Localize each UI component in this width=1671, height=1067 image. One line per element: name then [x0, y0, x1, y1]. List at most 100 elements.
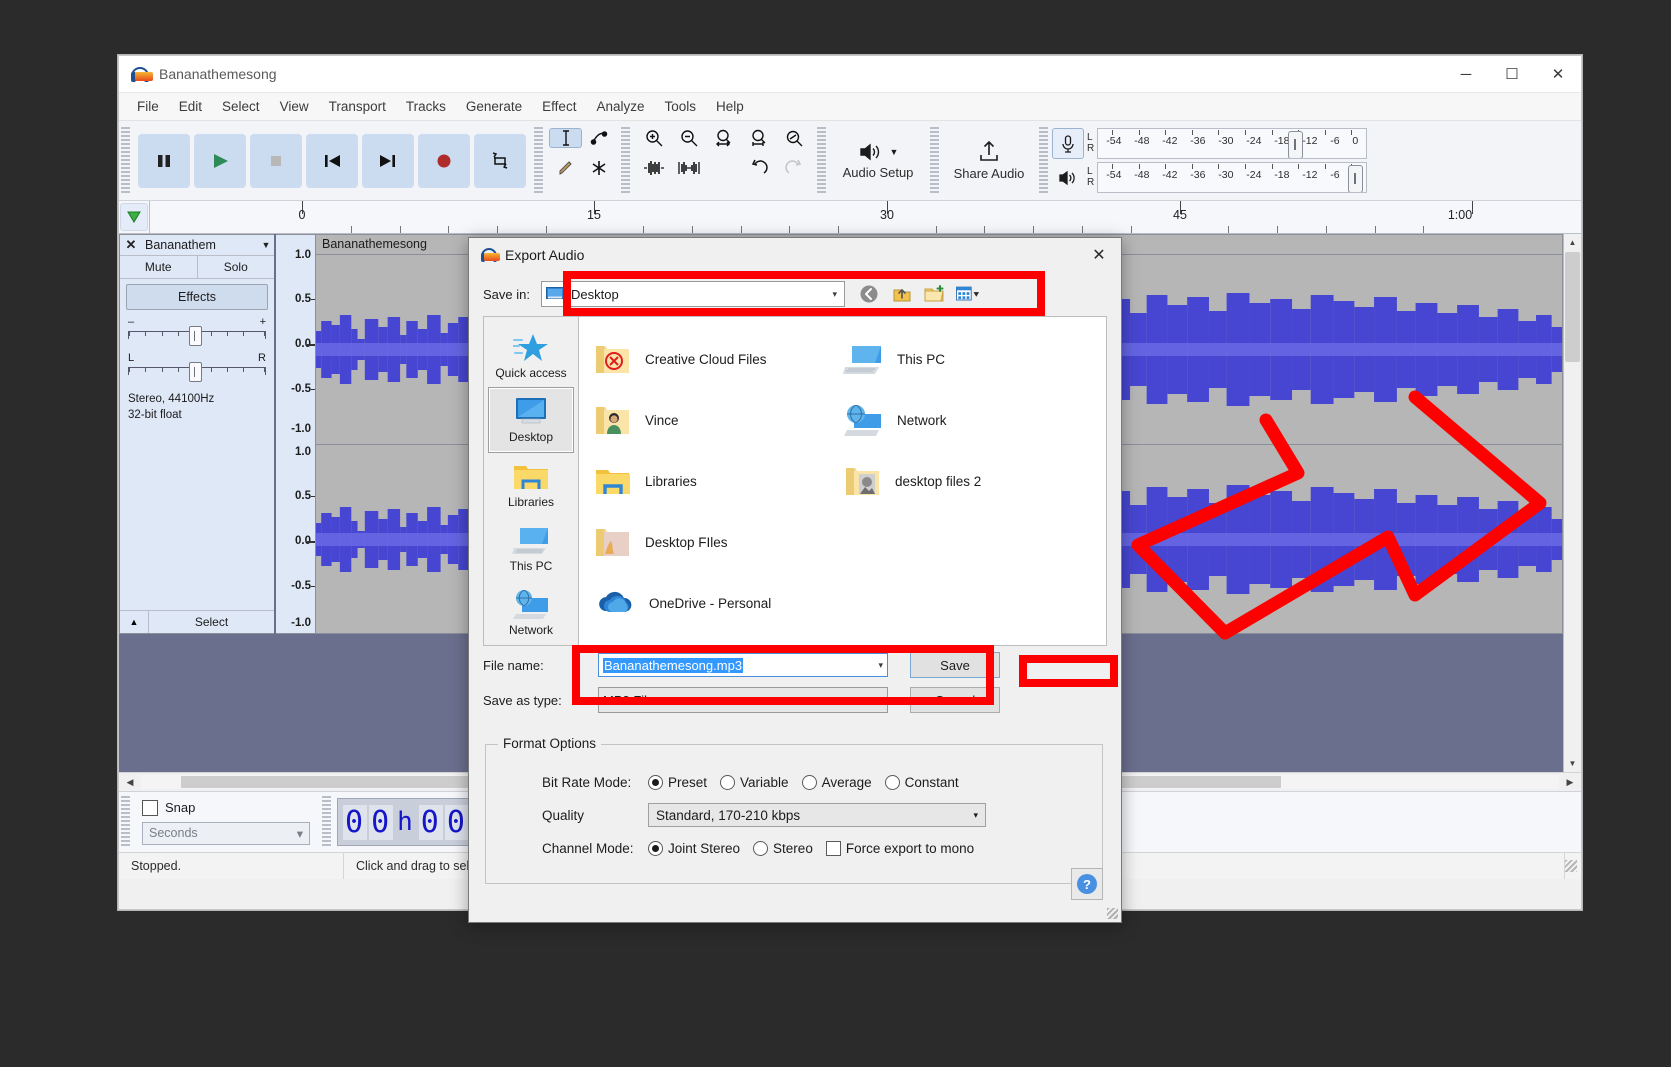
- file-item-this-pc[interactable]: This PC: [843, 329, 1093, 390]
- new-folder-icon[interactable]: [923, 282, 947, 306]
- minimize-button[interactable]: ─: [1443, 56, 1489, 92]
- undo-button[interactable]: [741, 158, 776, 178]
- file-item-onedrive[interactable]: OneDrive - Personal: [593, 573, 843, 634]
- scroll-right-icon[interactable]: ▶: [1559, 777, 1581, 788]
- menu-help[interactable]: Help: [706, 96, 754, 117]
- save-as-type-select[interactable]: MP3 Files ▾: [598, 687, 888, 713]
- playback-meter-scale[interactable]: -54 -48 -42 -36 -30 -24 -18 -12 -6 0: [1097, 162, 1367, 193]
- pinned-play-head-button[interactable]: [120, 203, 148, 231]
- file-item-network[interactable]: Network: [843, 390, 1093, 451]
- speaker-icon[interactable]: [1052, 162, 1084, 193]
- file-item-vince[interactable]: Vince: [593, 390, 843, 451]
- audio-setup-toolbar-grip[interactable]: [817, 127, 826, 194]
- recording-meter-thumb[interactable]: [1288, 131, 1303, 159]
- place-libraries[interactable]: Libraries: [489, 453, 573, 517]
- record-button[interactable]: [418, 134, 470, 188]
- snap-unit-select[interactable]: Seconds ▾: [142, 822, 310, 845]
- tools-toolbar-grip[interactable]: [534, 127, 543, 194]
- file-list[interactable]: Creative Cloud Files Vince: [579, 316, 1107, 646]
- menu-effect[interactable]: Effect: [532, 96, 586, 117]
- play-button[interactable]: [194, 134, 246, 188]
- snap-row[interactable]: Snap: [142, 800, 310, 816]
- file-item-creative-cloud[interactable]: Creative Cloud Files: [593, 329, 843, 390]
- force-export-mono-option[interactable]: Force export to mono: [826, 841, 974, 856]
- zoom-out-button[interactable]: [671, 127, 706, 149]
- fit-selection-button[interactable]: [706, 127, 741, 149]
- menu-transport[interactable]: Transport: [319, 96, 396, 117]
- scroll-left-icon[interactable]: ◀: [119, 777, 141, 788]
- gain-slider-thumb[interactable]: [189, 326, 202, 346]
- effects-button[interactable]: Effects: [126, 284, 268, 310]
- pan-slider-thumb[interactable]: [189, 362, 202, 382]
- chevron-down-icon[interactable]: ▾: [878, 660, 883, 671]
- save-in-combo[interactable]: Desktop ▾: [541, 281, 845, 307]
- vertical-ruler[interactable]: 1.0 0.5 0.0 -0.5 -1.0 1.0 0.5 0.0 -0.5 -…: [276, 234, 316, 634]
- resize-grip-icon[interactable]: [1565, 860, 1577, 872]
- file-item-desktop-files-2[interactable]: desktop files 2: [843, 451, 1093, 512]
- quality-select[interactable]: Standard, 170-210 kbps ▾: [648, 803, 986, 827]
- up-one-level-icon[interactable]: [890, 282, 914, 306]
- time-toolbar-grip[interactable]: [121, 796, 130, 848]
- fit-project-button[interactable]: [741, 127, 776, 149]
- cancel-button[interactable]: Cancel: [910, 687, 1000, 713]
- place-network[interactable]: Network: [489, 581, 573, 645]
- place-this-pc[interactable]: This PC: [489, 517, 573, 581]
- menu-view[interactable]: View: [270, 96, 319, 117]
- track-select-button[interactable]: Select: [149, 611, 274, 633]
- edit-toolbar-grip[interactable]: [621, 127, 630, 194]
- share-audio-toolbar-grip[interactable]: [930, 127, 939, 194]
- solo-button[interactable]: Solo: [198, 256, 275, 278]
- back-icon[interactable]: [857, 282, 881, 306]
- selection-tool-button[interactable]: [549, 128, 582, 148]
- menu-file[interactable]: File: [127, 96, 169, 117]
- menu-tracks[interactable]: Tracks: [396, 96, 456, 117]
- microphone-icon[interactable]: [1052, 128, 1084, 159]
- menu-generate[interactable]: Generate: [456, 96, 532, 117]
- gain-slider[interactable]: – +: [128, 318, 266, 346]
- trim-audio-button[interactable]: [636, 159, 671, 177]
- redo-button[interactable]: [776, 158, 811, 178]
- vertical-scrollbar[interactable]: ▲ ▼: [1563, 234, 1581, 772]
- pan-slider[interactable]: L R: [128, 354, 266, 382]
- maximize-button[interactable]: ☐: [1489, 56, 1535, 92]
- audio-setup-button[interactable]: ▼ Audio Setup: [828, 130, 928, 192]
- scroll-down-icon[interactable]: ▼: [1564, 755, 1581, 772]
- snap-checkbox[interactable]: [142, 800, 158, 816]
- bit-rate-preset-option[interactable]: Preset: [648, 775, 707, 790]
- zoom-in-button[interactable]: [636, 127, 671, 149]
- channel-stereo-option[interactable]: Stereo: [753, 841, 813, 856]
- track-name-label[interactable]: Bananathem: [142, 238, 258, 252]
- mute-button[interactable]: Mute: [120, 256, 198, 278]
- silence-audio-button[interactable]: [671, 159, 706, 177]
- place-quick-access[interactable]: Quick access: [489, 323, 573, 387]
- share-audio-button[interactable]: Share Audio: [941, 130, 1037, 192]
- menu-tools[interactable]: Tools: [654, 96, 706, 117]
- bit-rate-constant-option[interactable]: Constant: [885, 775, 959, 790]
- multi-tool-button[interactable]: [582, 158, 615, 178]
- skip-to-start-button[interactable]: [306, 134, 358, 188]
- menu-edit[interactable]: Edit: [169, 96, 212, 117]
- stop-button[interactable]: [250, 134, 302, 188]
- selection-toolbar-grip[interactable]: [322, 796, 331, 848]
- place-desktop[interactable]: Desktop: [488, 387, 574, 453]
- file-name-input[interactable]: Bananathemesong.mp3 ▾: [598, 653, 888, 677]
- loop-button[interactable]: [474, 134, 526, 188]
- track-collapse-icon[interactable]: ▲: [120, 611, 149, 633]
- menu-select[interactable]: Select: [212, 96, 270, 117]
- help-button[interactable]: ?: [1071, 868, 1103, 900]
- dialog-close-icon[interactable]: ✕: [1077, 238, 1121, 272]
- scroll-up-icon[interactable]: ▲: [1564, 234, 1581, 251]
- track-menu-chevron-down-icon[interactable]: ▼: [258, 240, 274, 250]
- recording-meter-scale[interactable]: -54 -48 -42 -36 -30 -24 -18 -12 -6 0: [1097, 128, 1367, 159]
- track-close-icon[interactable]: ✕: [120, 237, 142, 253]
- channel-joint-stereo-option[interactable]: Joint Stereo: [648, 841, 740, 856]
- transport-toolbar-grip[interactable]: [121, 127, 130, 194]
- draw-tool-button[interactable]: [549, 158, 582, 178]
- file-item-desktop-files[interactable]: Desktop FIles: [593, 512, 843, 573]
- bit-rate-average-option[interactable]: Average: [802, 775, 872, 790]
- envelope-tool-button[interactable]: [582, 128, 615, 148]
- audio-position-display[interactable]: 0 0 h 0 0: [337, 798, 475, 846]
- zoom-toggle-button[interactable]: [776, 127, 811, 149]
- close-button[interactable]: ✕: [1535, 56, 1581, 92]
- view-menu-icon[interactable]: [956, 282, 980, 306]
